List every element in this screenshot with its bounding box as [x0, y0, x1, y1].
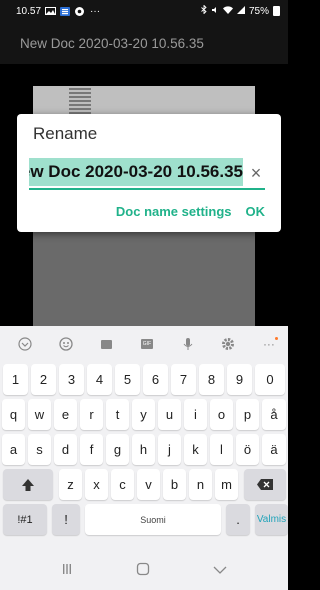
- navigation-bar: [0, 550, 288, 590]
- key-5[interactable]: 5: [115, 364, 140, 395]
- keyboard-toolbar: GIF ···: [0, 326, 288, 362]
- expand-toolbar-icon[interactable]: [16, 335, 34, 353]
- shift-key[interactable]: [3, 469, 53, 500]
- gif-icon[interactable]: GIF: [138, 335, 156, 353]
- key-v[interactable]: v: [137, 469, 160, 500]
- key-o-umlaut[interactable]: ö: [236, 434, 259, 465]
- number-row: 1 2 3 4 5 6 7 8 9 0: [0, 364, 288, 398]
- key-o[interactable]: o: [210, 399, 233, 430]
- key-a-ring[interactable]: å: [262, 399, 286, 430]
- keyboard: GIF ··· 1 2 3 4 5 6 7 8 9 0 q w e r t y …: [0, 326, 288, 550]
- key-9[interactable]: 9: [227, 364, 252, 395]
- dialog-title: Rename: [33, 124, 98, 143]
- key-4[interactable]: 4: [87, 364, 112, 395]
- key-z[interactable]: z: [59, 469, 82, 500]
- bottom-key-row: !#1 ! Suomi . Valmis: [0, 504, 288, 538]
- backspace-key[interactable]: [244, 469, 286, 500]
- key-h[interactable]: h: [132, 434, 155, 465]
- key-m[interactable]: m: [215, 469, 238, 500]
- key-6[interactable]: 6: [143, 364, 168, 395]
- shift-icon: [22, 478, 34, 491]
- wifi-icon: [222, 5, 233, 17]
- doc-name-input[interactable]: New Doc 2020-03-20 10.56.35: [29, 158, 243, 188]
- letter-row-1: q w e r t y u i o p å: [0, 399, 288, 433]
- doc-name-field[interactable]: New Doc 2020-03-20 10.56.35 ×: [29, 158, 265, 190]
- clock: 10.57: [16, 5, 42, 17]
- dialog-actions: Doc name settings OK: [116, 204, 265, 219]
- key-a-umlaut[interactable]: ä: [262, 434, 286, 465]
- key-i[interactable]: i: [184, 399, 207, 430]
- key-u[interactable]: u: [158, 399, 181, 430]
- key-c[interactable]: c: [111, 469, 134, 500]
- document-content: [69, 88, 91, 114]
- mute-icon: [211, 6, 219, 17]
- signal-icon: [236, 5, 245, 17]
- key-j[interactable]: j: [158, 434, 181, 465]
- gallery-notification-icon: [45, 7, 57, 15]
- battery-icon: [273, 6, 280, 16]
- key-0[interactable]: 0: [255, 364, 285, 395]
- key-y[interactable]: y: [132, 399, 155, 430]
- exclaim-key[interactable]: !: [52, 504, 80, 535]
- status-right: 75%: [201, 4, 280, 17]
- letter-row-2: a s d f g h j k l ö ä: [0, 434, 288, 468]
- symbols-key[interactable]: !#1: [3, 504, 47, 535]
- doc-name-selected-text[interactable]: New Doc 2020-03-20 10.56.35: [29, 158, 243, 186]
- letter-row-3: z x c v b n m: [0, 469, 288, 503]
- rename-dialog: Rename New Doc 2020-03-20 10.56.35 × Doc…: [17, 114, 281, 232]
- home-icon[interactable]: [136, 562, 150, 579]
- done-key[interactable]: Valmis: [255, 504, 288, 535]
- status-left: 10.57 ···: [16, 6, 100, 17]
- doc-name-settings-button[interactable]: Doc name settings: [116, 204, 232, 219]
- key-w[interactable]: w: [28, 399, 51, 430]
- key-1[interactable]: 1: [3, 364, 28, 395]
- ok-button[interactable]: OK: [246, 204, 266, 219]
- key-g[interactable]: g: [106, 434, 129, 465]
- status-bar: 10.57 ··· 75%: [0, 0, 288, 22]
- battery-percent: 75%: [248, 5, 269, 17]
- period-key[interactable]: .: [226, 504, 250, 535]
- key-r[interactable]: r: [80, 399, 103, 430]
- key-q[interactable]: q: [2, 399, 25, 430]
- backspace-icon: [257, 479, 273, 490]
- bluetooth-icon: [201, 4, 207, 17]
- key-s[interactable]: s: [28, 434, 51, 465]
- key-t[interactable]: t: [106, 399, 129, 430]
- emoji-icon[interactable]: [57, 335, 75, 353]
- key-p[interactable]: p: [236, 399, 259, 430]
- doc-title: New Doc 2020-03-20 10.56.35: [20, 35, 204, 51]
- key-7[interactable]: 7: [171, 364, 196, 395]
- back-icon[interactable]: [213, 562, 227, 578]
- key-b[interactable]: b: [163, 469, 186, 500]
- sticker-icon[interactable]: [97, 335, 115, 353]
- key-2[interactable]: 2: [31, 364, 56, 395]
- settings-gear-icon[interactable]: [219, 335, 237, 353]
- key-k[interactable]: k: [184, 434, 207, 465]
- key-f[interactable]: f: [80, 434, 103, 465]
- key-3[interactable]: 3: [59, 364, 84, 395]
- more-options-icon[interactable]: ···: [260, 335, 278, 353]
- key-x[interactable]: x: [85, 469, 108, 500]
- clear-icon[interactable]: ×: [247, 162, 265, 184]
- key-d[interactable]: d: [54, 434, 77, 465]
- key-8[interactable]: 8: [199, 364, 224, 395]
- mic-icon[interactable]: [179, 335, 197, 353]
- app-notification-icon: [60, 7, 71, 16]
- key-a[interactable]: a: [2, 434, 25, 465]
- app-header: New Doc 2020-03-20 10.56.35: [0, 22, 288, 64]
- more-notifications-icon: ···: [90, 5, 101, 17]
- recents-icon[interactable]: [61, 562, 73, 578]
- key-l[interactable]: l: [210, 434, 233, 465]
- key-e[interactable]: e: [54, 399, 77, 430]
- key-n[interactable]: n: [189, 469, 212, 500]
- chrome-notification-icon: [75, 7, 86, 16]
- space-key[interactable]: Suomi: [85, 504, 221, 535]
